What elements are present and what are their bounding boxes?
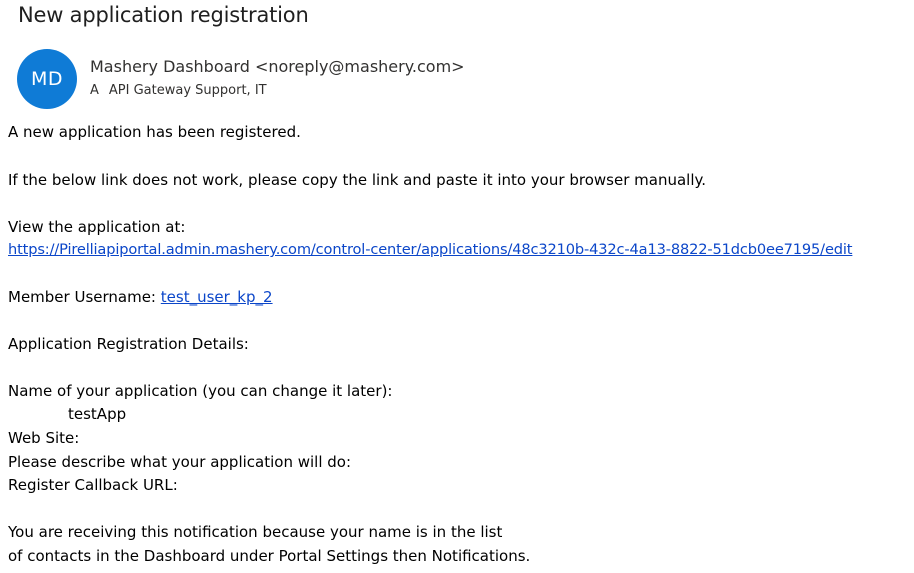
registration-details-heading: Application Registration Details: xyxy=(8,335,249,353)
to-prefix: A xyxy=(90,83,99,98)
email-subject: New application registration xyxy=(18,3,309,27)
member-username-link[interactable]: test_user_kp_2 xyxy=(161,288,273,306)
application-link[interactable]: https://Pirelliapiportal.admin.mashery.c… xyxy=(8,241,853,258)
footer-line-2: of contacts in the Dashboard under Porta… xyxy=(8,547,531,565)
callback-url-label: Register Callback URL: xyxy=(8,476,178,494)
footer-line-1: You are receiving this notification beca… xyxy=(8,523,503,541)
member-username-line: Member Username: test_user_kp_2 xyxy=(8,288,273,306)
member-username-label: Member Username: xyxy=(8,288,156,306)
body-line-instructions: If the below link does not work, please … xyxy=(8,171,706,189)
application-link-line: https://Pirelliapiportal.admin.mashery.c… xyxy=(8,241,853,259)
app-name-value: testApp xyxy=(68,405,127,423)
sender-avatar[interactable]: MD xyxy=(17,49,77,109)
sender-name[interactable]: Mashery Dashboard <noreply@mashery.com> xyxy=(90,57,465,76)
app-name-label: Name of your application (you can change… xyxy=(8,382,393,400)
avatar-initials: MD xyxy=(30,68,64,90)
recipients-line: A API Gateway Support, IT xyxy=(90,83,267,98)
body-line-registered: A new application has been registered. xyxy=(8,123,301,141)
describe-label: Please describe what your application wi… xyxy=(8,453,352,471)
view-application-label: View the application at: xyxy=(8,218,186,236)
recipient-list[interactable]: API Gateway Support, IT xyxy=(109,83,267,98)
website-label: Web Site: xyxy=(8,429,80,447)
